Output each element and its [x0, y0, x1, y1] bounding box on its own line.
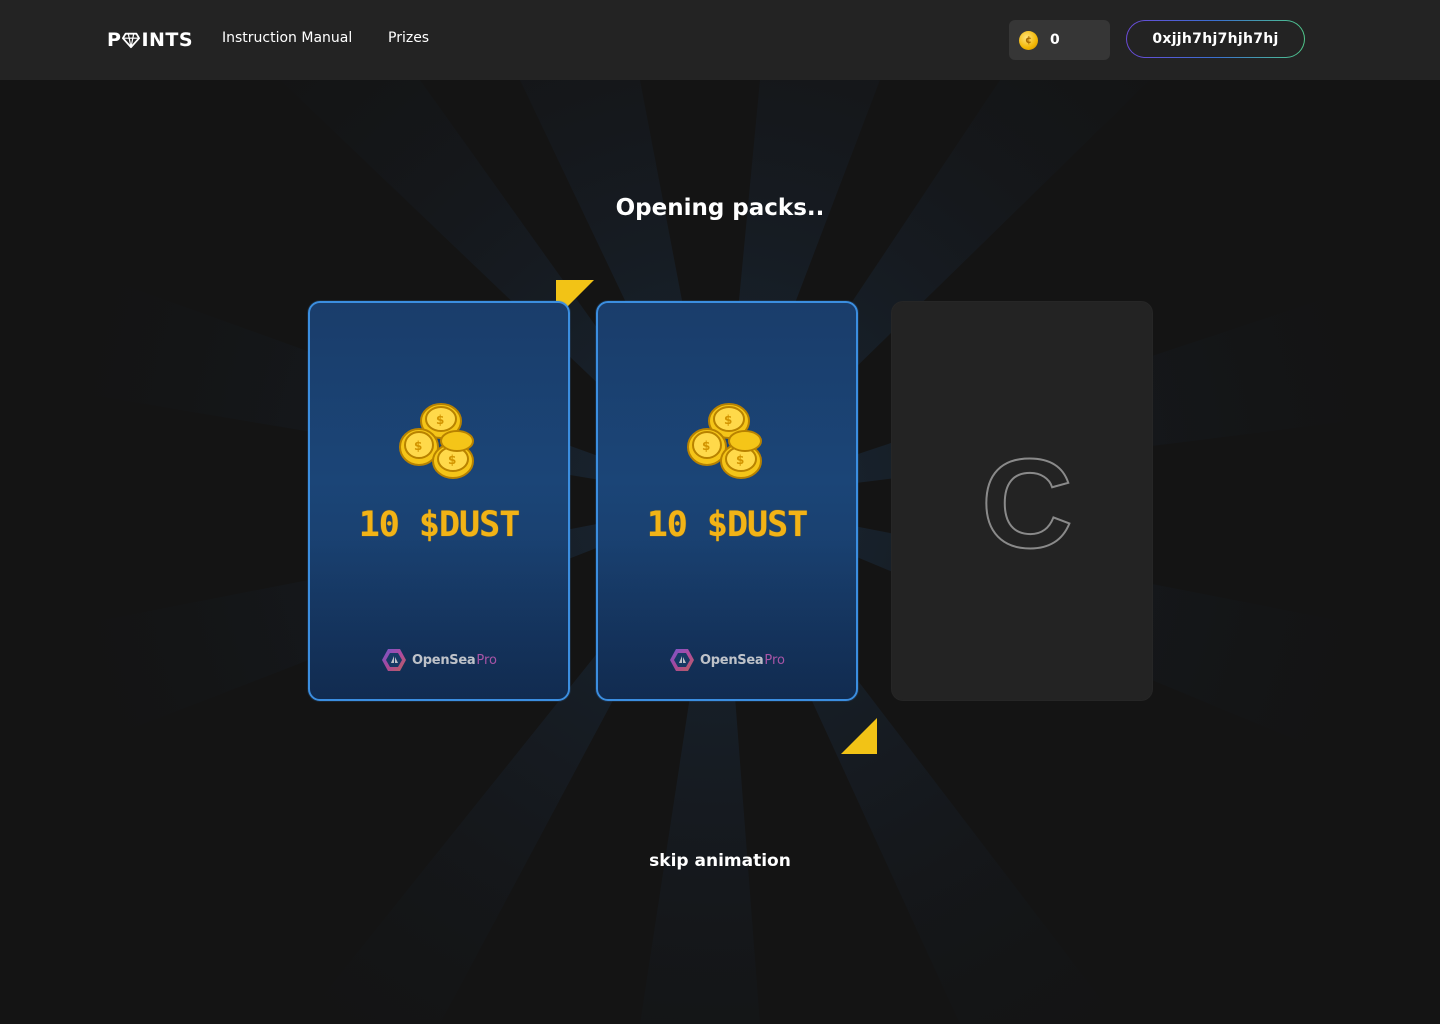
- gem-icon: [122, 32, 141, 49]
- brand-suffix: Pro: [764, 652, 785, 668]
- svg-text:$: $: [414, 439, 422, 453]
- svg-text:$: $: [448, 453, 456, 467]
- card-letter: C: [980, 432, 1074, 570]
- svg-text:$: $: [436, 413, 444, 427]
- opensea-pro-logo-icon: [670, 649, 695, 671]
- prize-amount: 10 $DUST: [358, 505, 521, 545]
- coin-stack-icon: $ $ $: [687, 403, 762, 479]
- prize-card-1[interactable]: $ $ $ 10 $DUST OpenSea Pro: [308, 301, 570, 701]
- balance-value: 0: [1050, 32, 1060, 48]
- opensea-pro-logo-icon: [382, 649, 407, 671]
- svg-text:$: $: [724, 413, 732, 427]
- brand-suffix: Pro: [476, 652, 497, 668]
- points-balance: ¢ 0: [1009, 20, 1110, 60]
- wallet-address-button[interactable]: 0xjjh7hj7hjh7hj: [1126, 20, 1305, 58]
- brand-name: OpenSea: [700, 652, 764, 668]
- top-nav-bar: P INTS Instruction Manual Prizes ¢ 0 0xj…: [0, 0, 1440, 80]
- skip-animation-button[interactable]: skip animation: [0, 851, 1440, 871]
- coin-stack-icon: $ $ $: [399, 403, 474, 479]
- prize-amount: 10 $DUST: [646, 505, 809, 545]
- svg-text:C: C: [981, 433, 1073, 570]
- sponsor-brand: OpenSea Pro: [598, 648, 856, 672]
- page-title: Opening packs..: [615, 195, 825, 221]
- svg-text:$: $: [736, 453, 744, 467]
- sponsor-brand: OpenSea Pro: [310, 648, 568, 672]
- prize-card-2[interactable]: $ $ $ 10 $DUST OpenSea Pro: [596, 301, 858, 701]
- nav-instruction-manual[interactable]: Instruction Manual: [222, 30, 352, 46]
- points-logo[interactable]: P INTS: [107, 28, 193, 52]
- svg-text:$: $: [702, 439, 710, 453]
- coin-icon: ¢: [1019, 30, 1038, 50]
- nav-prizes[interactable]: Prizes: [388, 30, 429, 46]
- pack-card-unrevealed[interactable]: C: [891, 301, 1153, 701]
- brand-name: OpenSea: [412, 652, 476, 668]
- yellow-triangle-decoration: [841, 718, 877, 754]
